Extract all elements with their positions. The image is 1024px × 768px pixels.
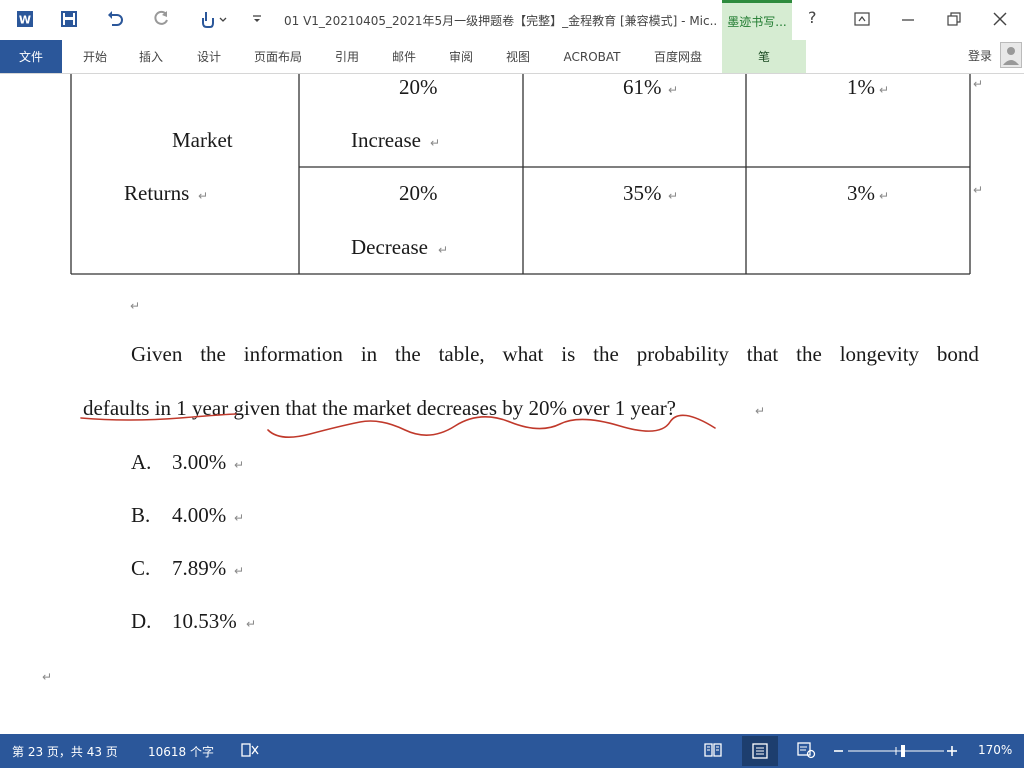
ink-annotation-underline [80, 413, 716, 438]
paragraph-mark: ↵ [130, 299, 141, 313]
status-bar: 第 23 页，共 43 页 10618 个字 170% [0, 734, 1024, 768]
word: what [502, 342, 544, 366]
save-icon[interactable] [58, 8, 80, 30]
ink-tools-contextual-tab[interactable]: 墨迹书写... [722, 0, 792, 40]
close-icon[interactable] [986, 6, 1014, 32]
redo-icon[interactable] [150, 8, 172, 30]
sign-in-link[interactable]: 登录 [968, 47, 992, 64]
paragraph-mark: ↵ [42, 670, 53, 684]
table-cell-decrease-pct: 20% [399, 181, 438, 205]
undo-icon[interactable] [104, 8, 126, 30]
web-layout-icon[interactable] [796, 741, 816, 762]
option-b-text: 4.00% [172, 503, 227, 527]
option-d-letter: D. [131, 609, 152, 633]
paragraph-mark: ↵ [438, 243, 449, 257]
word: the [796, 342, 822, 366]
tab-pen[interactable]: 笔 [722, 40, 806, 73]
paragraph-mark: ↵ [246, 617, 257, 631]
row-header-market: Market [172, 128, 233, 152]
option-c-letter: C. [131, 556, 151, 580]
print-layout-icon[interactable] [742, 736, 778, 766]
zoom-level[interactable]: 170% [978, 743, 1012, 757]
word: probability [636, 342, 729, 366]
paragraph-mark: ↵ [198, 189, 209, 203]
table-cell-increase-col1: 61% [623, 75, 662, 99]
word: in [360, 342, 378, 366]
tab-design[interactable]: 设计 [190, 40, 228, 73]
option-d-text: 10.53% [172, 609, 237, 633]
word: information [243, 342, 343, 366]
paragraph-mark: ↵ [879, 83, 890, 97]
tab-references[interactable]: 引用 [328, 40, 366, 73]
touch-mode-icon[interactable] [196, 8, 230, 30]
document-page[interactable]: Market Returns ↵ 20% Increase ↵ 61% ↵ 1%… [0, 74, 1024, 734]
word-count[interactable]: 10618 个字 [148, 743, 214, 760]
zoom-out-icon[interactable] [833, 742, 845, 761]
table-cell-increase-pct: 20% [399, 75, 438, 99]
table-cell-increase-label: Increase [351, 128, 421, 152]
title-bar: W 01 V1_20210405_2021年5月一级押题卷【完整】_金程教育 [… [0, 0, 1024, 40]
paragraph-mark: ↵ [430, 136, 441, 150]
read-mode-icon[interactable] [703, 741, 723, 762]
paragraph-mark: ↵ [234, 564, 245, 578]
option-b-letter: B. [131, 503, 151, 527]
word: the [200, 342, 226, 366]
word: that [746, 342, 779, 366]
word: the [395, 342, 421, 366]
word-app-icon[interactable]: W [14, 8, 36, 30]
paragraph-mark: ↵ [234, 458, 245, 472]
zoom-in-icon[interactable] [946, 742, 958, 761]
tab-mailings[interactable]: 邮件 [385, 40, 423, 73]
word: is [561, 342, 576, 366]
help-icon[interactable]: ? [808, 8, 817, 27]
user-avatar-icon[interactable] [1000, 42, 1022, 68]
tab-acrobat[interactable]: ACROBAT [558, 40, 626, 73]
paragraph-mark: ↵ [234, 511, 245, 525]
table-cell-decrease-label: Decrease [351, 235, 428, 259]
tab-home[interactable]: 开始 [76, 40, 114, 73]
question-line-1: Given the information in the table, what… [131, 342, 979, 367]
proofing-icon[interactable] [240, 741, 260, 762]
ribbon-tabs: 文件 开始 插入 设计 页面布局 引用 邮件 审阅 视图 ACROBAT 百度网… [0, 40, 1024, 74]
tab-view[interactable]: 视图 [499, 40, 537, 73]
customize-quick-access-icon[interactable] [246, 8, 268, 30]
svg-text:W: W [19, 14, 31, 27]
tab-page-layout[interactable]: 页面布局 [248, 40, 308, 73]
table-cell-decrease-col2: 3% [847, 181, 875, 205]
paragraph-mark: ↵ [668, 189, 679, 203]
tab-baidu-netdisk[interactable]: 百度网盘 [646, 40, 710, 73]
word: the [593, 342, 619, 366]
option-c-text: 7.89% [172, 556, 227, 580]
tab-review[interactable]: 审阅 [442, 40, 480, 73]
option-a-letter: A. [131, 450, 152, 474]
minimize-icon[interactable] [894, 6, 922, 32]
page-count[interactable]: 第 23 页，共 43 页 [12, 743, 118, 760]
ribbon-display-options-icon[interactable] [848, 6, 876, 32]
tab-file[interactable]: 文件 [0, 40, 62, 73]
word: bond [936, 342, 979, 366]
tab-insert[interactable]: 插入 [132, 40, 170, 73]
row-header-returns: Returns [124, 181, 190, 205]
table-cell-increase-col2: 1% [847, 75, 875, 99]
option-a-text: 3.00% [172, 450, 227, 474]
paragraph-mark: ↵ [668, 83, 679, 97]
paragraph-mark: ↵ [879, 189, 890, 203]
word: table, [438, 342, 485, 366]
end-of-row-mark: ↵ [973, 183, 984, 197]
end-of-row-mark: ↵ [973, 77, 984, 91]
word: Given [131, 342, 183, 366]
table-cell-decrease-col1: 35% [623, 181, 662, 205]
zoom-slider[interactable] [848, 743, 944, 762]
word: longevity [839, 342, 920, 366]
restore-icon[interactable] [940, 6, 968, 32]
document-title: 01 V1_20210405_2021年5月一级押题卷【完整】_金程教育 [兼容… [284, 14, 716, 28]
